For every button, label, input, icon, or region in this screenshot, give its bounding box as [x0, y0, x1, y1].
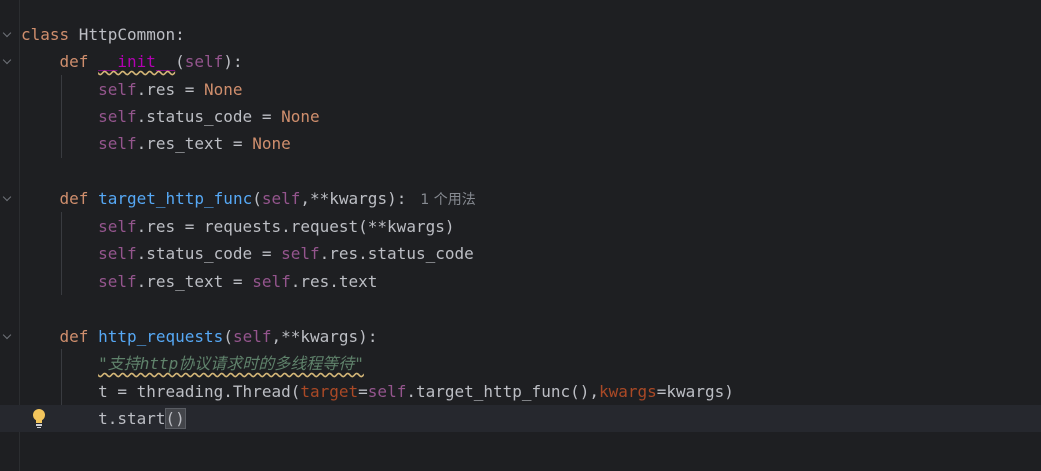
keyword: class [21, 25, 70, 44]
code-line[interactable]: self.res_text = None [0, 130, 1041, 157]
chevron-down-icon[interactable] [2, 55, 12, 65]
self-keyword: self [98, 244, 137, 263]
usages-inlay-hint[interactable]: 1 个用法 [420, 192, 475, 208]
none-keyword: None [204, 80, 243, 99]
matched-parentheses: () [164, 408, 186, 429]
self-keyword: self [252, 272, 291, 291]
self-keyword: self [98, 107, 137, 126]
code-line[interactable]: class HttpCommon: [0, 21, 1041, 48]
self-keyword: self [261, 189, 301, 208]
code-line[interactable]: self.res = requests.request(**kwargs) [0, 213, 1041, 240]
class-name: HttpCommon: [69, 25, 185, 44]
current-code-line[interactable]: t.start() [0, 405, 1041, 432]
none-keyword: None [281, 107, 320, 126]
code-line[interactable]: self.res_text = self.res.text [0, 268, 1041, 295]
function-name: target_http_func [98, 189, 253, 208]
none-keyword: None [252, 134, 291, 153]
self-keyword: self [98, 217, 137, 236]
function-name: http_requests [98, 327, 224, 346]
code-line[interactable]: self.status_code = self.res.status_code [0, 240, 1041, 267]
code-line[interactable]: self.res = None [0, 76, 1041, 103]
function-name: __init__ [98, 52, 176, 71]
keyword-argument: kwargs [598, 382, 657, 401]
code-line[interactable]: t = threading.Thread(target=self.target_… [0, 378, 1041, 405]
chevron-down-icon[interactable] [2, 192, 12, 202]
self-keyword: self [232, 327, 272, 346]
chevron-down-icon[interactable] [2, 330, 12, 340]
self-keyword: self [98, 272, 137, 291]
code-line[interactable]: self.status_code = None [0, 103, 1041, 130]
keyword: def [59, 189, 89, 208]
code-editor[interactable]: class HttpCommon: def __init__(self): se… [0, 0, 1041, 471]
code-line[interactable]: def __init__(self): [0, 48, 1041, 75]
keyword-argument: target [300, 382, 359, 401]
code-line[interactable]: def http_requests(self,**kwargs): [0, 323, 1041, 350]
docstring: "支持http协议请求时的多线程等待" [98, 354, 364, 373]
code-line[interactable]: "支持http协议请求时的多线程等待" [0, 350, 1041, 377]
self-keyword: self [281, 244, 320, 263]
self-keyword: self [98, 80, 137, 99]
self-keyword: self [367, 382, 407, 401]
self-keyword: self [184, 52, 224, 71]
code-line[interactable]: def target_http_func(self,**kwargs): 1 个用… [0, 185, 1041, 212]
chevron-down-icon[interactable] [2, 28, 12, 38]
keyword: def [59, 52, 89, 71]
self-keyword: self [98, 134, 137, 153]
keyword: def [59, 327, 89, 346]
